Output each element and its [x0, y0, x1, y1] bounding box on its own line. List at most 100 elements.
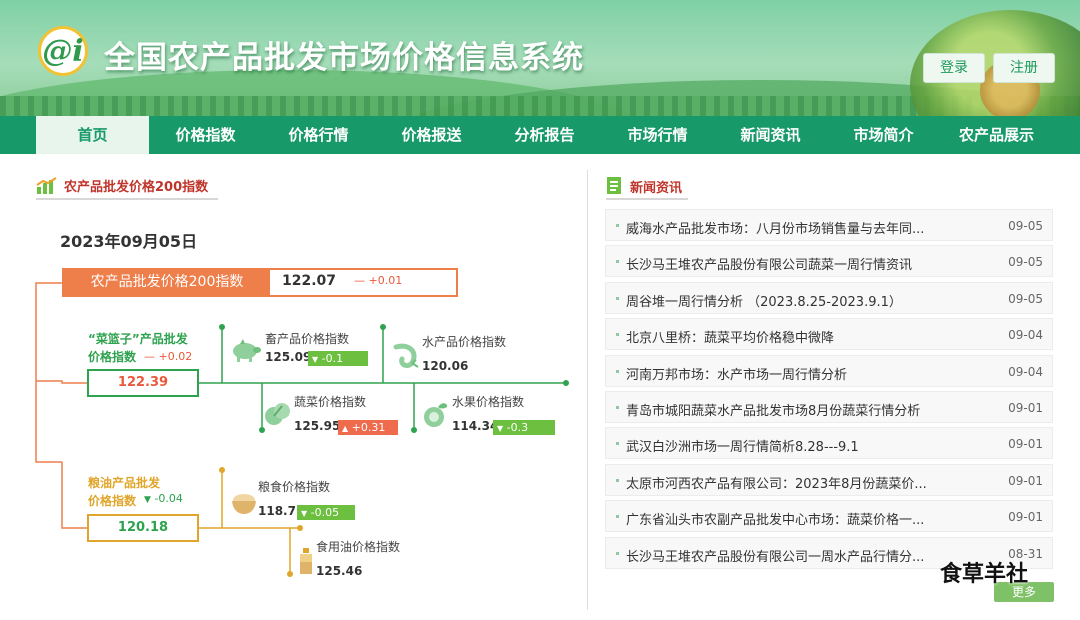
news-section-heading: 新闻资讯: [606, 176, 682, 196]
bullet-icon: [616, 442, 619, 446]
news-item-title[interactable]: 威海水产品批发市场：八月份市场销售量与去年同...: [626, 218, 924, 237]
bullet-icon: [616, 405, 619, 409]
nav-item-product-showcase[interactable]: 农产品展示: [940, 116, 1053, 154]
news-section-title: 新闻资讯: [630, 180, 683, 196]
news-item-date: 09-05: [1008, 291, 1043, 306]
bullet-icon: [616, 515, 619, 519]
news-item-date: 09-01: [1008, 400, 1043, 415]
basket-index-label-line2: 价格指数: [88, 350, 137, 364]
register-button[interactable]: 注册: [993, 53, 1055, 83]
vegetable-index-change: ▲ +0.31: [338, 420, 398, 435]
bullet-icon: [616, 260, 619, 264]
news-item[interactable]: 周谷堆一周行情分析 （2023.8.25-2023.9.1） 09-05: [605, 281, 1053, 314]
bullet-icon: [616, 478, 619, 482]
fruit-index-name: 水果价格指数: [452, 395, 525, 409]
main-index-label: 农产品批发价格200指数: [64, 270, 270, 295]
basket-index-change-value: +0.02: [158, 350, 193, 363]
news-item-date: 09-04: [1008, 364, 1043, 379]
news-item[interactable]: 长沙马王堆农产品股份有限公司蔬菜一周行情资讯 09-05: [605, 245, 1053, 278]
bullet-icon: [616, 369, 619, 373]
pig-icon: [233, 339, 261, 362]
news-item[interactable]: 广东省汕头市农副产品批发中心市场：蔬菜价格一... 09-01: [605, 500, 1053, 533]
nav-item-market-quotes[interactable]: 市场行情: [601, 116, 714, 154]
news-item[interactable]: 威海水产品批发市场：八月份市场销售量与去年同... 09-05: [605, 209, 1053, 241]
news-item-date: 09-01: [1008, 473, 1043, 488]
news-document-icon: [607, 177, 621, 194]
vegetable-index-value: 125.95: [294, 419, 341, 433]
basket-index-value[interactable]: 122.39: [87, 369, 199, 397]
nav-item-news[interactable]: 新闻资讯: [714, 116, 827, 154]
livestock-index-change-value: -0.1: [321, 352, 344, 365]
news-item[interactable]: 青岛市城阳蔬菜水产品批发市场8月份蔬菜行情分析 09-01: [605, 390, 1053, 423]
livestock-index-name: 畜产品价格指数: [265, 332, 350, 346]
vegetable-icon: [265, 403, 290, 425]
news-item-title[interactable]: 广东省汕头市农副产品批发中心市场：蔬菜价格一...: [626, 509, 924, 528]
grain-oil-index-change-value: -0.04: [154, 492, 183, 505]
news-item-date: 09-04: [1008, 328, 1043, 343]
news-item[interactable]: 武汉白沙洲市场一周行情简析8.28---9.1 09-01: [605, 427, 1053, 460]
news-list: 威海水产品批发市场：八月份市场销售量与去年同... 09-05 长沙马王堆农产品股…: [605, 209, 1053, 573]
news-item-date: 09-05: [1008, 255, 1043, 270]
heading-underline: [606, 198, 688, 200]
news-item-title[interactable]: 太原市河西农产品有限公司：2023年8月份蔬菜价...: [626, 473, 927, 492]
news-item-title[interactable]: 长沙马王堆农产品股份有限公司一周水产品行情分...: [626, 546, 924, 565]
triangle-up-icon: ▲: [342, 424, 349, 433]
news-item-title[interactable]: 北京八里桥：蔬菜平均价格稳中微降: [626, 327, 834, 346]
panel-divider: [587, 170, 588, 610]
tree-node: [380, 324, 386, 330]
nav-item-market-intro[interactable]: 市场简介: [827, 116, 940, 154]
main-index-change: — +0.01: [354, 274, 402, 287]
vegetable-index-name: 蔬菜价格指数: [294, 395, 367, 409]
news-item-title[interactable]: 河南万邦市场：水产市场一周行情分析: [626, 364, 847, 383]
triangle-down-icon: ▼: [144, 495, 151, 505]
flat-dash-icon: —: [354, 274, 365, 287]
news-item[interactable]: 河南万邦市场：水产市场一周行情分析 09-04: [605, 354, 1053, 387]
tree-node: [411, 427, 417, 433]
login-button[interactable]: 登录: [923, 53, 985, 83]
news-item-date: 09-01: [1008, 437, 1043, 452]
triangle-down-icon: ▼: [301, 509, 308, 518]
vegetable-index-change-value: +0.31: [351, 421, 386, 434]
bullet-icon: [616, 333, 619, 337]
main-index-box[interactable]: 农产品批发价格200指数 122.07 — +0.01: [62, 268, 458, 297]
tree-node: [219, 467, 225, 473]
livestock-index-value: 125.09: [265, 350, 312, 364]
grain-index-name: 粮食价格指数: [258, 480, 331, 494]
page: @i 全国农产品批发市场价格信息系统 登录 注册 首页 价格指数 价格行情 价格…: [0, 0, 1080, 620]
oil-index-value: 125.46: [316, 564, 363, 578]
basket-index-label-line1: “菜篮子”产品批发: [88, 332, 188, 346]
news-item-date: 09-01: [1008, 510, 1043, 525]
fruit-icon: [424, 403, 448, 427]
main-index-value: 122.07: [282, 273, 337, 289]
grain-oil-index-label-line1: 粮油产品批发: [88, 476, 161, 490]
grain-oil-index-change: ▼ -0.04: [144, 492, 183, 505]
shrimp-icon: [393, 343, 419, 369]
grain-bowl-icon: [232, 494, 256, 514]
tree-node: [297, 525, 303, 531]
tree-node: [563, 380, 569, 386]
main-index-change-value: +0.01: [368, 274, 403, 287]
grain-oil-index-label-line2: 价格指数: [88, 494, 137, 508]
triangle-down-icon: ▼: [312, 355, 319, 364]
watermark: 食草羊社: [940, 562, 1029, 587]
aquatic-index-value: 120.06: [422, 359, 469, 373]
grain-oil-index-value[interactable]: 120.18: [87, 514, 199, 542]
bullet-icon: [616, 224, 619, 227]
fruit-index-change-value: -0.3: [506, 421, 529, 434]
oil-index-name: 食用油价格指数: [316, 540, 401, 554]
news-item-title[interactable]: 武汉白沙洲市场一周行情简析8.28---9.1: [626, 436, 859, 455]
grain-index-change-value: -0.05: [310, 506, 340, 519]
news-item-title[interactable]: 周谷堆一周行情分析 （2023.8.25-2023.9.1）: [626, 291, 902, 310]
tree-line-trunk: [35, 282, 62, 463]
tree-line-branch: [61, 462, 88, 529]
news-item-date: 09-05: [1008, 219, 1043, 233]
triangle-down-icon: ▼: [497, 424, 504, 433]
fruit-index-value: 114.34: [452, 419, 499, 433]
news-item-title[interactable]: 长沙马王堆农产品股份有限公司蔬菜一周行情资讯: [626, 254, 912, 273]
tree-node: [219, 324, 225, 330]
bullet-icon: [616, 551, 619, 555]
news-item[interactable]: 北京八里桥：蔬菜平均价格稳中微降 09-04: [605, 318, 1053, 351]
livestock-index-change: ▼ -0.1: [308, 351, 368, 366]
news-item-title[interactable]: 青岛市城阳蔬菜水产品批发市场8月份蔬菜行情分析: [626, 400, 920, 419]
news-item[interactable]: 太原市河西农产品有限公司：2023年8月份蔬菜价... 09-01: [605, 463, 1053, 496]
